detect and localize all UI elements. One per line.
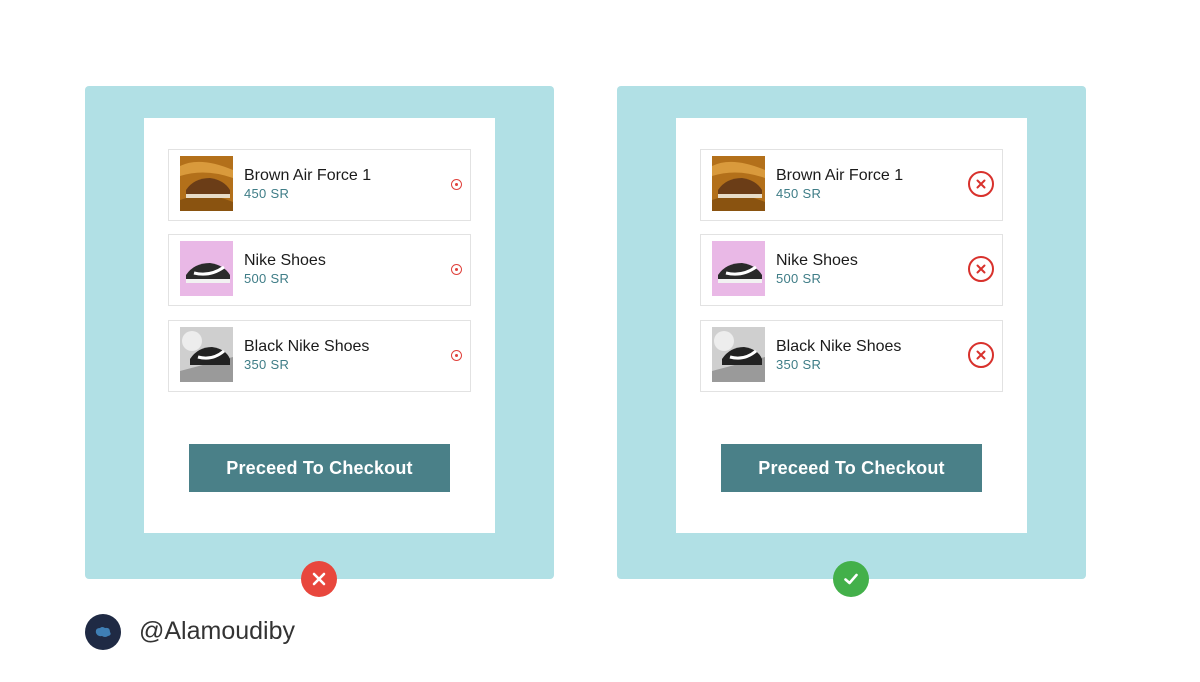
product-name: Nike Shoes <box>776 252 858 269</box>
x-icon <box>301 561 337 597</box>
cart-item: Brown Air Force 1 450 SR <box>168 149 471 221</box>
product-image-nike-sneaker <box>712 241 765 296</box>
product-price: 450 SR <box>776 186 822 201</box>
checkmark-icon <box>833 561 869 597</box>
remove-item-icon[interactable] <box>968 256 994 282</box>
cart-item: Black Nike Shoes 350 SR <box>700 320 1003 392</box>
checkout-button[interactable]: Preceed To Checkout <box>721 444 982 492</box>
cart-card: Brown Air Force 1 450 SR Nike Shoes 500 … <box>144 118 495 533</box>
product-name: Brown Air Force 1 <box>244 167 372 184</box>
product-name: Nike Shoes <box>244 252 326 269</box>
remove-item-icon[interactable] <box>968 342 994 368</box>
product-price: 500 SR <box>776 271 822 286</box>
product-image-brown-sneaker <box>712 156 765 211</box>
product-name: Brown Air Force 1 <box>776 167 904 184</box>
product-price: 450 SR <box>244 186 290 201</box>
product-image-brown-sneaker <box>180 156 233 211</box>
author-handle: @Alamoudiby <box>139 617 296 645</box>
product-price: 350 SR <box>244 357 290 372</box>
product-name: Black Nike Shoes <box>776 338 902 355</box>
product-price: 500 SR <box>244 271 290 286</box>
cart-item: Nike Shoes 500 SR <box>168 234 471 306</box>
avatar <box>85 614 121 650</box>
cart-item: Black Nike Shoes 350 SR <box>168 320 471 392</box>
product-image-black-sneaker <box>180 327 233 382</box>
cart-item: Brown Air Force 1 450 SR <box>700 149 1003 221</box>
remove-item-icon[interactable] <box>968 171 994 197</box>
cart-item: Nike Shoes 500 SR <box>700 234 1003 306</box>
cart-card: Brown Air Force 1 450 SR Nike Shoes 500 … <box>676 118 1027 533</box>
product-image-nike-sneaker <box>180 241 233 296</box>
remove-item-icon[interactable] <box>451 264 462 275</box>
product-name: Black Nike Shoes <box>244 338 370 355</box>
remove-item-icon[interactable] <box>451 179 462 190</box>
checkout-button[interactable]: Preceed To Checkout <box>189 444 450 492</box>
good-example-panel: Brown Air Force 1 450 SR Nike Shoes 500 … <box>617 86 1086 579</box>
product-price: 350 SR <box>776 357 822 372</box>
bad-example-panel: Brown Air Force 1 450 SR Nike Shoes 500 … <box>85 86 554 579</box>
remove-item-icon[interactable] <box>451 350 462 361</box>
brain-icon <box>95 627 111 637</box>
product-image-black-sneaker <box>712 327 765 382</box>
